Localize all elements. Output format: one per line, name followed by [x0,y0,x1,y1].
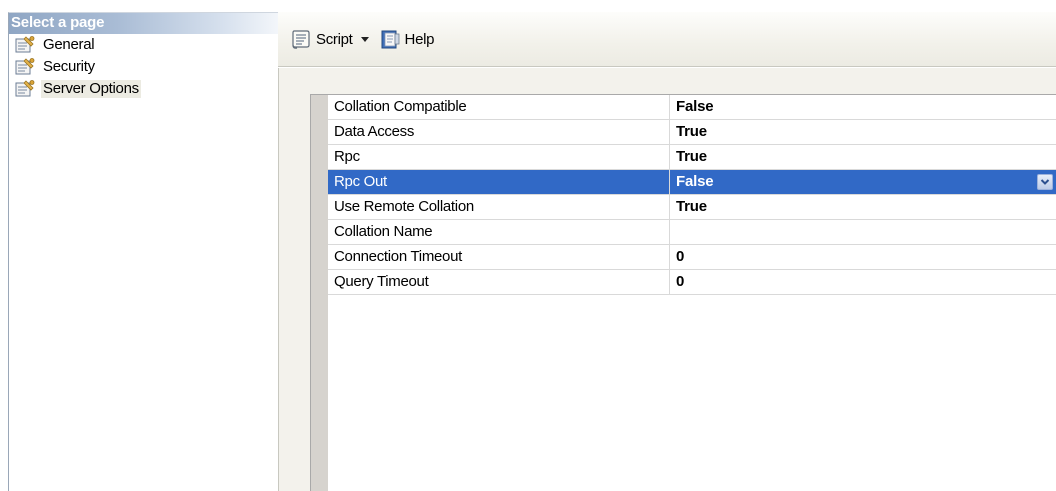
page-item-label: Server Options [41,80,141,98]
property-row-connection-timeout[interactable]: Connection Timeout 0 [328,245,1056,270]
property-row-rpc[interactable]: Rpc True [328,145,1056,170]
property-name: Query Timeout [328,270,670,294]
help-button-label: Help [404,30,435,48]
page-wrench-icon [15,58,35,75]
property-row-collation-name[interactable]: Collation Name [328,220,1056,245]
property-value[interactable]: True [670,120,1056,144]
property-name: Rpc [328,145,670,169]
property-name: Collation Name [328,220,670,244]
toolbar: Script Help [278,12,1056,67]
help-book-icon [381,30,399,49]
property-row-query-timeout[interactable]: Query Timeout 0 [328,270,1056,295]
page-wrench-icon [15,80,35,97]
property-row-rpc-out[interactable]: Rpc Out False [328,170,1056,195]
script-scroll-icon [292,30,310,49]
select-page-header: Select a page [9,13,278,34]
script-button-label: Script [316,30,353,48]
property-value[interactable]: False [670,95,1056,119]
script-button[interactable]: Script [290,28,379,50]
property-value[interactable]: True [670,145,1056,169]
property-name: Data Access [328,120,670,144]
page-item-security[interactable]: Security [9,56,278,78]
property-name: Rpc Out [328,170,670,194]
chevron-down-icon[interactable] [1037,174,1053,190]
property-row-use-remote-collation[interactable]: Use Remote Collation True [328,195,1056,220]
property-value[interactable]: 0 [670,245,1056,269]
property-row-data-access[interactable]: Data Access True [328,120,1056,145]
property-name: Collation Compatible [328,95,670,119]
property-value[interactable]: True [670,195,1056,219]
page-item-general[interactable]: General [9,34,278,56]
main-pane: Script Help Collation Compatible False D… [278,12,1056,491]
property-value: False [676,173,714,190]
page-selector-pane: Select a page General Security Server Op… [8,12,278,491]
property-value[interactable] [670,220,1056,244]
property-grid-gutter [311,95,328,491]
property-value[interactable]: 0 [670,270,1056,294]
property-row-collation-compatible[interactable]: Collation Compatible False [328,95,1056,120]
help-button[interactable]: Help [379,28,435,50]
page-item-server-options[interactable]: Server Options [9,78,278,100]
script-dropdown-arrow-icon[interactable] [360,36,369,42]
property-name: Connection Timeout [328,245,670,269]
page-item-label: Security [43,58,95,75]
property-name: Use Remote Collation [328,195,670,219]
page-item-label: General [43,36,95,53]
property-value-dropdown[interactable]: False [670,170,1056,194]
main-body: Collation Compatible False Data Access T… [278,68,1056,491]
property-grid: Collation Compatible False Data Access T… [310,94,1056,491]
page-wrench-icon [15,36,35,53]
